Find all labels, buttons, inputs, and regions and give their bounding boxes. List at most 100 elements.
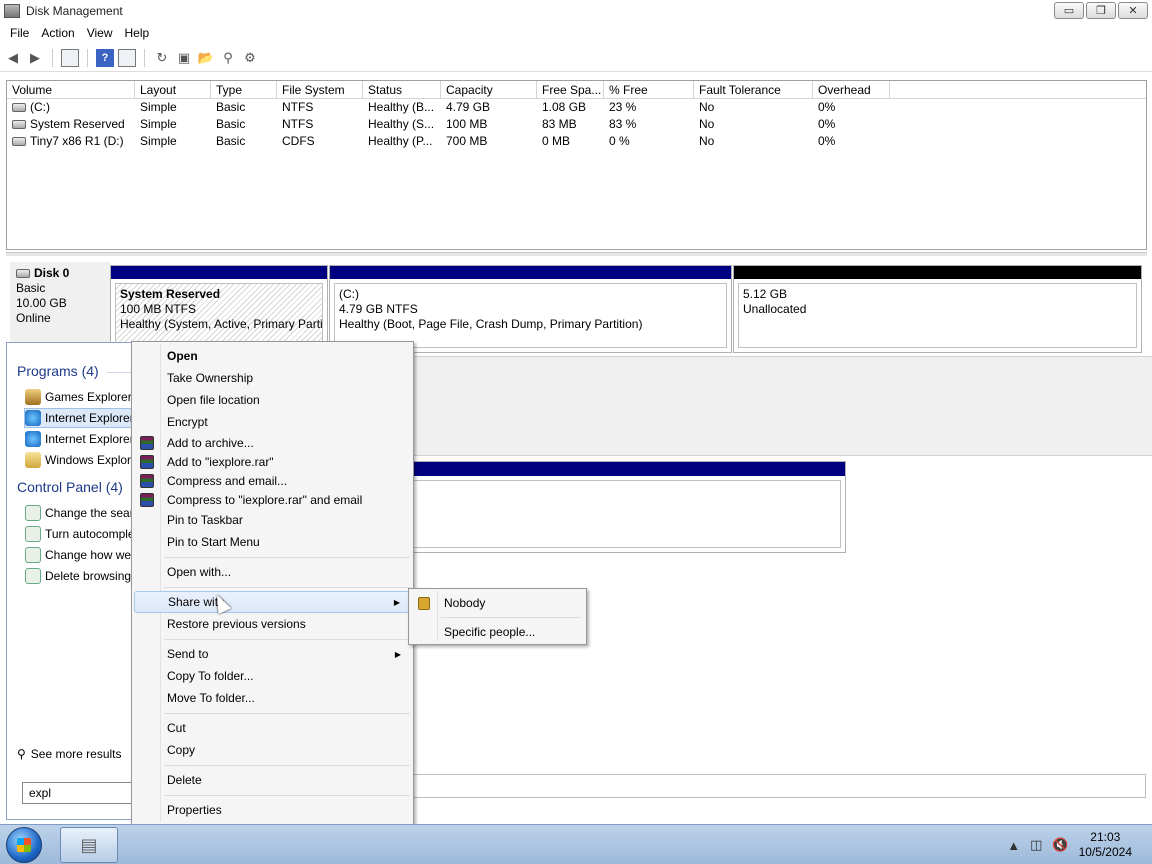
submenu-item-nobody[interactable]: Nobody xyxy=(411,591,584,615)
partition-c[interactable]: (C:) 4.79 GB NTFS Healthy (Boot, Page Fi… xyxy=(329,265,732,353)
result-internet-explorer-2[interactable]: Internet Explorer xyxy=(25,429,137,449)
menu-item-open-with[interactable]: Open with... xyxy=(134,561,411,583)
disk-0-info[interactable]: Disk 0 Basic 10.00 GB Online xyxy=(10,262,110,344)
column-file-system[interactable]: File System xyxy=(277,81,363,98)
menu-item-open-file-location[interactable]: Open file location xyxy=(134,389,411,411)
table-row[interactable]: (C:) Simple Basic NTFS Healthy (B... 4.7… xyxy=(7,99,1146,116)
see-more-results-link[interactable]: ⚲ See more results xyxy=(17,747,122,761)
minimize-button[interactable]: ▭ xyxy=(1054,2,1084,19)
menu-file[interactable]: File xyxy=(4,26,35,40)
layout-cell: Simple xyxy=(140,134,177,148)
status-cell: Healthy (B... xyxy=(368,100,435,114)
start-button[interactable] xyxy=(6,827,42,863)
result-label: Games Explorer xyxy=(45,390,132,404)
table-row[interactable]: Tiny7 x86 R1 (D:) Simple Basic CDFS Heal… xyxy=(7,133,1146,150)
result-internet-explorer-1[interactable]: Internet Explorer xyxy=(24,408,136,428)
result-control-3[interactable]: Change how web xyxy=(25,545,137,565)
show-hide-console-icon[interactable] xyxy=(61,48,79,67)
menu-action[interactable]: Action xyxy=(35,26,80,40)
volume-cell: (C:) xyxy=(7,99,135,116)
menu-help[interactable]: Help xyxy=(119,26,156,40)
result-control-4[interactable]: Delete browsing xyxy=(25,566,137,586)
column-percent-free[interactable]: % Free xyxy=(604,81,694,98)
type-cell: Basic xyxy=(216,134,246,148)
pane-splitter[interactable] xyxy=(6,252,1147,256)
menu-item-open[interactable]: Open xyxy=(134,345,411,367)
show-hidden-icons-icon[interactable]: ▲ xyxy=(1007,838,1020,853)
table-row[interactable]: System Reserved Simple Basic NTFS Health… xyxy=(7,116,1146,133)
forward-arrow-icon[interactable]: ▶ xyxy=(26,49,44,67)
programs-header[interactable]: Programs (4) xyxy=(17,363,99,379)
volume-muted-icon[interactable]: 🔇 xyxy=(1052,837,1068,853)
result-windows-explorer[interactable]: Windows Explorer xyxy=(25,450,137,470)
menu-item-compress-rar-email[interactable]: Compress to "iexplore.rar" and email xyxy=(134,489,411,511)
menu-item-restore-previous-versions[interactable]: Restore previous versions xyxy=(134,613,411,635)
column-layout[interactable]: Layout xyxy=(135,81,211,98)
partition-bar xyxy=(411,462,845,476)
result-label: Change how web xyxy=(45,548,137,562)
result-control-1[interactable]: Change the search xyxy=(25,503,137,523)
menu-item-delete[interactable]: Delete xyxy=(134,769,411,791)
maximize-button[interactable]: ❐ xyxy=(1086,2,1116,19)
taskbar-disk-management-button[interactable]: ▤ xyxy=(60,827,118,863)
window-controls: ▭ ❐ ✕ xyxy=(1054,2,1148,19)
column-type[interactable]: Type xyxy=(211,81,277,98)
open-folder-icon[interactable]: 📂 xyxy=(197,49,215,67)
menu-item-pin-start-menu[interactable]: Pin to Start Menu xyxy=(134,531,411,553)
search-icon: ⚲ xyxy=(17,747,26,761)
control-panel-icon xyxy=(25,568,41,584)
column-capacity[interactable]: Capacity xyxy=(441,81,537,98)
start-search-input[interactable]: expl xyxy=(22,782,134,804)
result-control-2[interactable]: Turn autocomplete xyxy=(25,524,137,544)
refresh-icon[interactable]: ↻ xyxy=(153,49,171,67)
menu-item-share-with[interactable]: Share with ▶ xyxy=(134,591,411,613)
volume-list-header: Volume Layout Type File System Status Ca… xyxy=(7,81,1146,99)
submenu-item-specific-people[interactable]: Specific people... xyxy=(411,620,584,644)
settings-icon[interactable]: ⚙ xyxy=(241,49,259,67)
disk-status: Online xyxy=(16,311,51,325)
menu-item-properties[interactable]: Properties xyxy=(134,799,411,821)
network-icon[interactable]: ◫ xyxy=(1030,837,1042,853)
search-disk-icon[interactable]: ⚲ xyxy=(219,49,237,67)
menu-separator xyxy=(164,765,410,766)
column-volume[interactable]: Volume xyxy=(7,81,135,98)
winrar-icon xyxy=(140,436,154,450)
menu-item-send-to[interactable]: Send to ▶ xyxy=(134,643,411,665)
partition-system-reserved[interactable]: System Reserved 100 MB NTFS Healthy (Sys… xyxy=(110,265,328,353)
drive-icon xyxy=(12,103,26,112)
partition-size: 4.79 GB NTFS xyxy=(339,302,418,316)
back-arrow-icon[interactable]: ◀ xyxy=(4,49,22,67)
menu-item-encrypt[interactable]: Encrypt xyxy=(134,411,411,433)
column-fault-tolerance[interactable]: Fault Tolerance xyxy=(694,81,813,98)
menu-item-copy[interactable]: Copy xyxy=(134,739,411,761)
column-status[interactable]: Status xyxy=(363,81,441,98)
help-icon[interactable]: ? xyxy=(96,48,114,67)
properties-icon[interactable] xyxy=(118,48,136,67)
menu-item-take-ownership[interactable]: Take Ownership xyxy=(134,367,411,389)
status-cell: Healthy (P... xyxy=(368,134,433,148)
free-space-cell: 83 MB xyxy=(542,117,577,131)
close-button[interactable]: ✕ xyxy=(1118,2,1148,19)
result-label: Internet Explorer xyxy=(45,432,134,446)
result-label: Change the search xyxy=(45,506,137,520)
menu-item-pin-taskbar[interactable]: Pin to Taskbar xyxy=(134,509,411,531)
volume-name: System Reserved xyxy=(30,117,125,131)
menu-item-copy-to-folder[interactable]: Copy To folder... xyxy=(134,665,411,687)
column-overhead[interactable]: Overhead xyxy=(813,81,890,98)
clock-time: 21:03 xyxy=(1090,830,1121,844)
control-panel-header[interactable]: Control Panel (4) xyxy=(17,479,123,495)
rescan-icon[interactable]: ▣ xyxy=(175,49,193,67)
partition-unallocated[interactable]: 5.12 GB Unallocated xyxy=(733,265,1142,353)
menu-item-cut[interactable]: Cut xyxy=(134,717,411,739)
partition-bar xyxy=(111,266,327,279)
column-free-space[interactable]: Free Spa... xyxy=(537,81,604,98)
toolbar: ◀ ▶ ? ↻ ▣ 📂 ⚲ ⚙ xyxy=(0,44,1152,72)
menu-item-move-to-folder[interactable]: Move To folder... xyxy=(134,687,411,709)
menu-view[interactable]: View xyxy=(81,26,119,40)
partition-cd-drive[interactable] xyxy=(410,461,846,553)
volume-cell: Tiny7 x86 R1 (D:) xyxy=(7,133,135,150)
result-games-explorer[interactable]: Games Explorer xyxy=(25,387,137,407)
menu-separator xyxy=(164,587,410,588)
clock[interactable]: 21:03 10/5/2024 xyxy=(1079,830,1132,860)
title-bar: Disk Management ▭ ❐ ✕ xyxy=(0,0,1152,22)
